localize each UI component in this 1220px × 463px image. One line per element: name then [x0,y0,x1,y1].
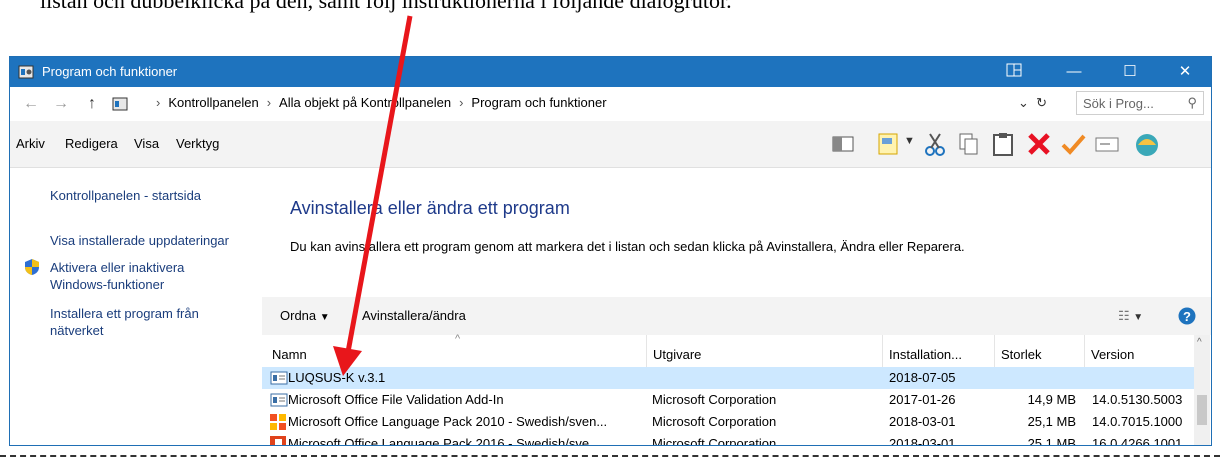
annotation-arrow [333,15,413,376]
page-divider [0,455,1220,457]
arrow-shaft [345,15,413,353]
arrow-head [333,346,362,376]
